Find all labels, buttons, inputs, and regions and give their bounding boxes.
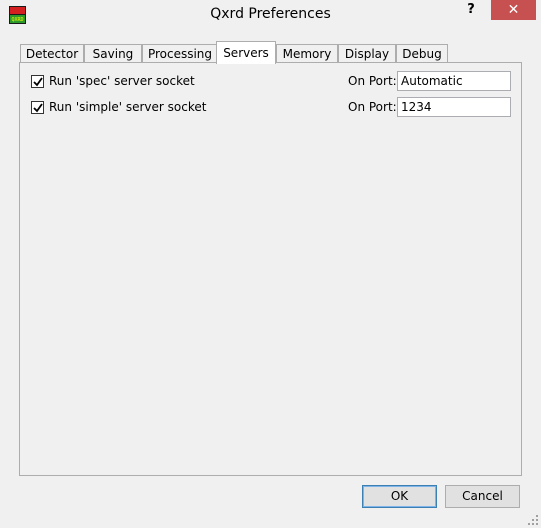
spec-server-row: Run 'spec' server socket: [31, 74, 331, 90]
title-bar[interactable]: QXRD Qxrd Preferences ? ✕: [0, 0, 541, 30]
close-button[interactable]: ✕: [491, 0, 536, 20]
tab-display[interactable]: Display: [338, 44, 396, 63]
preferences-dialog: QXRD Qxrd Preferences ? ✕ Detector Savin…: [0, 0, 541, 528]
spec-server-label[interactable]: Run 'spec' server socket: [49, 74, 195, 88]
tab-debug[interactable]: Debug: [396, 44, 448, 63]
tab-servers[interactable]: Servers: [216, 41, 276, 64]
cancel-button[interactable]: Cancel: [445, 485, 520, 508]
resize-grip-icon[interactable]: [527, 514, 539, 526]
tab-detector[interactable]: Detector: [20, 44, 84, 63]
tab-memory[interactable]: Memory: [276, 44, 338, 63]
simple-server-label[interactable]: Run 'simple' server socket: [49, 100, 206, 114]
spec-server-checkbox[interactable]: [31, 75, 44, 88]
spec-port-label: On Port:: [348, 74, 397, 88]
checkmark-icon: [33, 77, 43, 87]
tab-processing[interactable]: Processing: [142, 44, 218, 63]
spec-port-input[interactable]: Automatic: [397, 71, 511, 91]
simple-port-label: On Port:: [348, 100, 397, 114]
tab-saving[interactable]: Saving: [84, 44, 142, 63]
servers-panel: Run 'spec' server socket On Port: Automa…: [19, 62, 522, 476]
simple-server-checkbox[interactable]: [31, 101, 44, 114]
checkmark-icon: [33, 103, 43, 113]
ok-button[interactable]: OK: [362, 485, 437, 508]
help-button[interactable]: ?: [458, 0, 484, 20]
simple-port-input[interactable]: 1234: [397, 97, 511, 117]
simple-server-row: Run 'simple' server socket: [31, 100, 331, 116]
